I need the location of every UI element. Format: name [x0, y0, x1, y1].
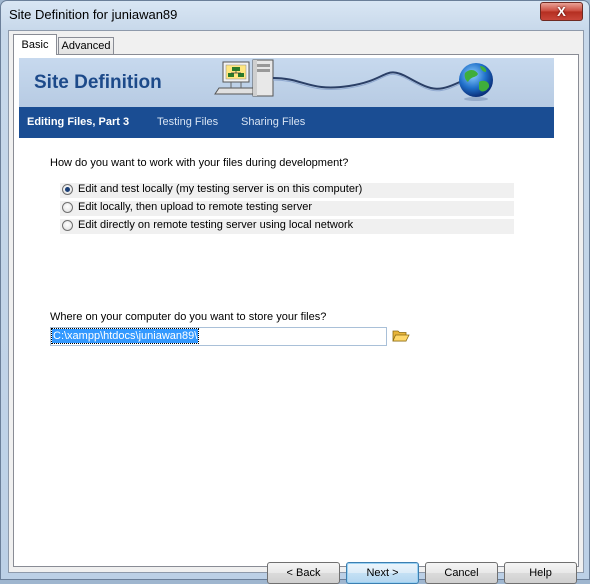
tab-panel: Site Definition Editing Files, Part 3 Te… — [13, 54, 579, 584]
option-label: Edit and test locally (my testing server… — [78, 183, 363, 195]
option-edit-locally-upload[interactable]: Edit locally, then upload to remote test… — [60, 201, 514, 216]
radio-edit-test-locally[interactable] — [62, 184, 73, 195]
step-editing-files: Editing Files, Part 3 — [27, 116, 130, 128]
radio-edit-directly-remote[interactable] — [62, 220, 73, 231]
back-button[interactable]: < Back — [267, 562, 340, 584]
window-title: Site Definition for juniawan89 — [9, 7, 178, 22]
wizard-banner: Site Definition — [19, 58, 554, 107]
step-sharing-files: Sharing Files — [241, 116, 306, 128]
globe-icon — [459, 63, 493, 101]
local-folder-value: C:\xampp\htdocs\juniawan89\ — [50, 328, 200, 344]
option-label: Edit locally, then upload to remote test… — [78, 201, 312, 213]
folder-open-icon[interactable] — [392, 328, 410, 344]
help-button[interactable]: Help — [504, 562, 577, 584]
option-edit-test-locally[interactable]: Edit and test locally (my testing server… — [60, 183, 514, 198]
cancel-button[interactable]: Cancel — [425, 562, 498, 584]
close-icon: X — [557, 4, 566, 19]
work-mode-question: How do you want to work with your files … — [50, 157, 349, 169]
store-location-question: Where on your computer do you want to st… — [50, 311, 327, 323]
dialog-client-area: Basic Advanced Site Definition Editing F… — [8, 30, 584, 584]
tab-basic[interactable]: Basic — [13, 34, 57, 55]
option-label: Edit directly on remote testing server u… — [78, 219, 354, 231]
radio-edit-locally-upload[interactable] — [62, 202, 73, 213]
step-testing-files: Testing Files — [157, 116, 219, 128]
wizard-steps-bar: Editing Files, Part 3 Testing Files Shar… — [19, 107, 554, 138]
local-folder-input[interactable]: C:\xampp\htdocs\juniawan89\ — [50, 327, 387, 346]
tab-advanced[interactable]: Advanced — [58, 37, 114, 54]
next-button[interactable]: Next > — [346, 562, 419, 584]
dialog-window: Site Definition for juniawan89 X Basic A… — [0, 0, 590, 584]
option-edit-directly-remote[interactable]: Edit directly on remote testing server u… — [60, 219, 514, 234]
banner-title: Site Definition — [34, 72, 162, 93]
close-button[interactable]: X — [540, 2, 583, 21]
network-computer-icon — [214, 59, 465, 97]
title-bar[interactable]: Site Definition for juniawan89 X — [1, 1, 589, 29]
